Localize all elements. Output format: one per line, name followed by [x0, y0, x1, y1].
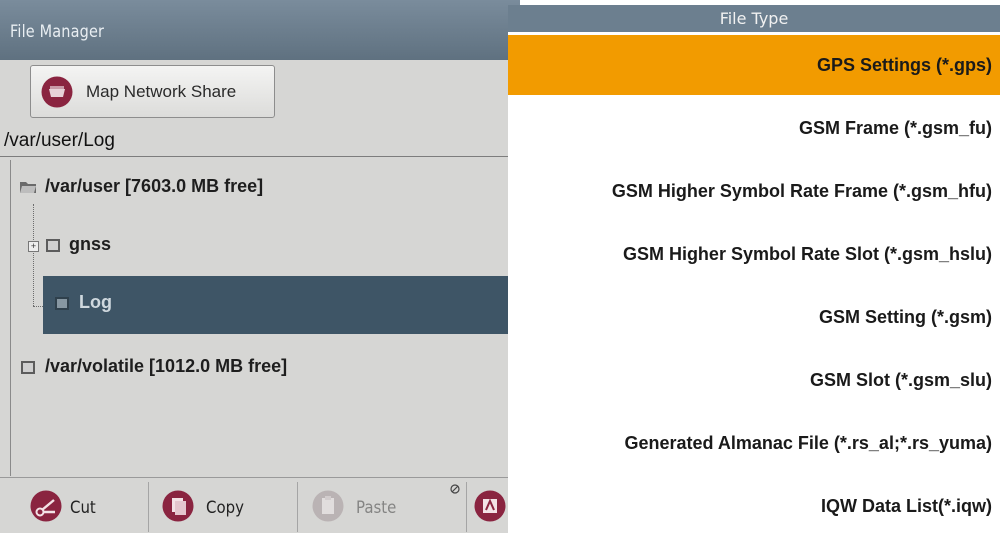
tree-item-label: /var/user [7603.0 MB free]	[45, 176, 264, 196]
file-type-option-iqw[interactable]: IQW Data List(*.iqw)	[508, 476, 1000, 536]
file-type-option-gsm-frame[interactable]: GSM Frame (*.gsm_fu)	[508, 98, 1000, 158]
file-type-title: File Type	[719, 9, 789, 28]
expand-toggle[interactable]: +	[28, 241, 39, 252]
map-network-share-button[interactable]: Map Network Share	[30, 65, 275, 118]
toolbar-divider	[297, 482, 298, 532]
file-type-header: File Type	[508, 5, 1000, 32]
rename-icon	[474, 490, 506, 522]
file-manager-titlebar: File Manager	[0, 0, 520, 60]
copy-button[interactable]: Copy	[150, 478, 295, 533]
tree-item-var-user[interactable]: /var/user [7603.0 MB free]	[11, 160, 520, 218]
map-network-share-label: Map Network Share	[86, 82, 237, 101]
folder-icon	[55, 297, 69, 310]
current-path: /var/user/Log	[4, 130, 115, 151]
cut-button[interactable]: Cut	[8, 478, 146, 533]
toolbar-divider	[466, 482, 467, 532]
disabled-indicator-icon	[450, 484, 460, 494]
tree-item-label: Log	[79, 292, 112, 312]
paste-label: Paste	[356, 498, 397, 518]
file-type-option-almanac[interactable]: Generated Almanac File (*.rs_al;*.rs_yum…	[508, 413, 1000, 473]
tree-item-var-volatile[interactable]: /var/volatile [1012.0 MB free]	[11, 340, 520, 398]
cut-label: Cut	[70, 498, 96, 518]
file-type-option-gps[interactable]: GPS Settings (*.gps)	[508, 35, 1000, 95]
scissors-icon	[30, 490, 62, 522]
tree-item-label: gnss	[69, 234, 112, 254]
tree-item-gnss[interactable]: + gnss	[11, 218, 520, 276]
file-toolbar: Cut Copy Paste	[0, 477, 520, 533]
directory-tree: /var/user [7603.0 MB free] + gnss Log /v…	[10, 160, 520, 476]
toolbar-divider	[148, 482, 149, 532]
folder-icon	[21, 361, 35, 374]
copy-label: Copy	[206, 498, 244, 518]
folder-icon	[46, 239, 60, 252]
file-type-option-gsm-setting[interactable]: GSM Setting (*.gsm)	[508, 287, 1000, 347]
file-manager-panel: File Manager Map Network Share /var/user…	[0, 0, 520, 533]
file-type-option-gsm-slot[interactable]: GSM Slot (*.gsm_slu)	[508, 350, 1000, 410]
open-folder-icon	[20, 182, 36, 193]
file-type-option-gsm-hfu[interactable]: GSM Higher Symbol Rate Frame (*.gsm_hfu)	[508, 161, 1000, 221]
network-drive-icon	[41, 76, 73, 108]
tree-item-log[interactable]: Log	[43, 276, 520, 334]
tree-item-label: /var/volatile [1012.0 MB free]	[45, 356, 288, 376]
copy-icon	[162, 490, 194, 522]
file-type-option-gsm-hslu[interactable]: GSM Higher Symbol Rate Slot (*.gsm_hslu)	[508, 224, 1000, 284]
paste-icon	[312, 490, 344, 522]
file-manager-title: File Manager	[10, 22, 105, 42]
file-type-dropdown: File Type GPS Settings (*.gps) GSM Frame…	[508, 5, 1000, 533]
current-path-bar: /var/user/Log	[0, 124, 520, 157]
paste-button[interactable]: Paste	[300, 478, 465, 533]
